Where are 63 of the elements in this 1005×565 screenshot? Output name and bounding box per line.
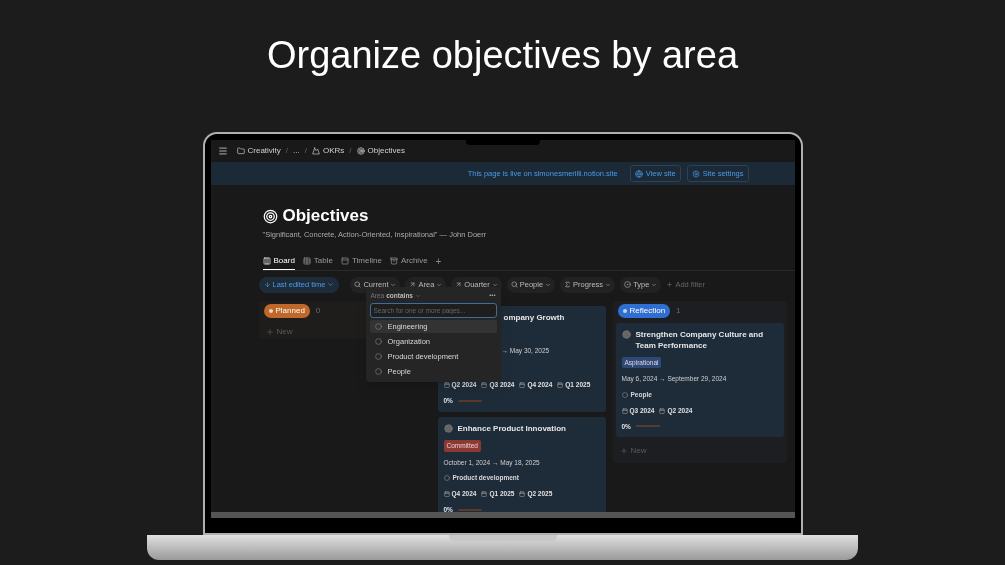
arrow-down-icon [263,281,271,289]
calendar-icon [519,382,526,389]
calendar-icon [481,490,488,497]
group-count: 0 [315,304,321,317]
breadcrumb-item[interactable]: OKRs [323,145,345,157]
chevron-icon [545,281,552,288]
view-tab[interactable]: Timeline [341,253,382,271]
calendar-icon [519,490,526,497]
breadcrumb-separator: / [285,145,289,157]
plus-icon [666,281,674,289]
timeline-icon [341,257,349,266]
chevron-icon [651,281,658,288]
circle-dot-icon [624,281,632,289]
mountain-icon [312,147,320,155]
folder-icon [236,147,245,155]
page-icon [621,329,631,339]
chevron-icon [436,281,443,288]
sigma-icon [564,281,572,289]
chevron-icon [390,281,397,288]
target-icon [262,208,278,224]
add-view-button[interactable]: + [435,254,442,270]
view-tab[interactable]: Board [262,253,295,271]
card-title: Strengthen Company Culture and Team Performance [635,328,765,351]
calendar-icon [443,382,450,389]
calendar-icon [621,407,628,414]
calendar-icon [443,490,450,497]
breadcrumb-item[interactable]: Objectives [367,145,405,157]
plus-icon [619,447,628,456]
headline: Organize objectives by area [267,33,738,78]
menu-icon[interactable] [217,146,228,156]
area-icon [443,475,450,482]
group-tag: Reflection [617,303,671,318]
search-icon [510,281,518,289]
chevron-icon [491,281,498,288]
target-icon [356,147,365,155]
archive-icon [389,257,398,266]
chevron-icon [605,281,612,288]
card-title: Enhance Product Innovation [457,422,566,434]
view-tab[interactable]: Archive [389,253,428,271]
chevron-icon [414,292,421,299]
calendar-icon [481,382,488,389]
chevron-icon [327,281,335,289]
calendar-icon [557,382,564,389]
columns-icon [262,257,271,266]
breadcrumb-separator: / [349,145,352,157]
breadcrumb-separator: / [304,145,307,157]
page-title: Objectives [282,205,369,227]
search-icon [354,281,362,289]
calendar-icon [659,407,666,414]
arrow-icon [455,281,463,289]
group-count: 1 [676,304,681,317]
page-icon [443,423,453,433]
globe-icon [634,169,643,178]
breadcrumb-item[interactable]: Creativity [247,145,281,157]
settings-icon [691,169,700,178]
card-title: ompany Growth [503,311,565,323]
plus-icon [265,327,274,336]
arrow-icon [409,281,417,289]
area-icon [621,391,628,398]
table-icon [302,257,311,266]
group-tag: Planned [263,303,310,318]
breadcrumb-item[interactable]: ... [293,145,300,157]
view-tab[interactable]: Table [302,253,333,271]
